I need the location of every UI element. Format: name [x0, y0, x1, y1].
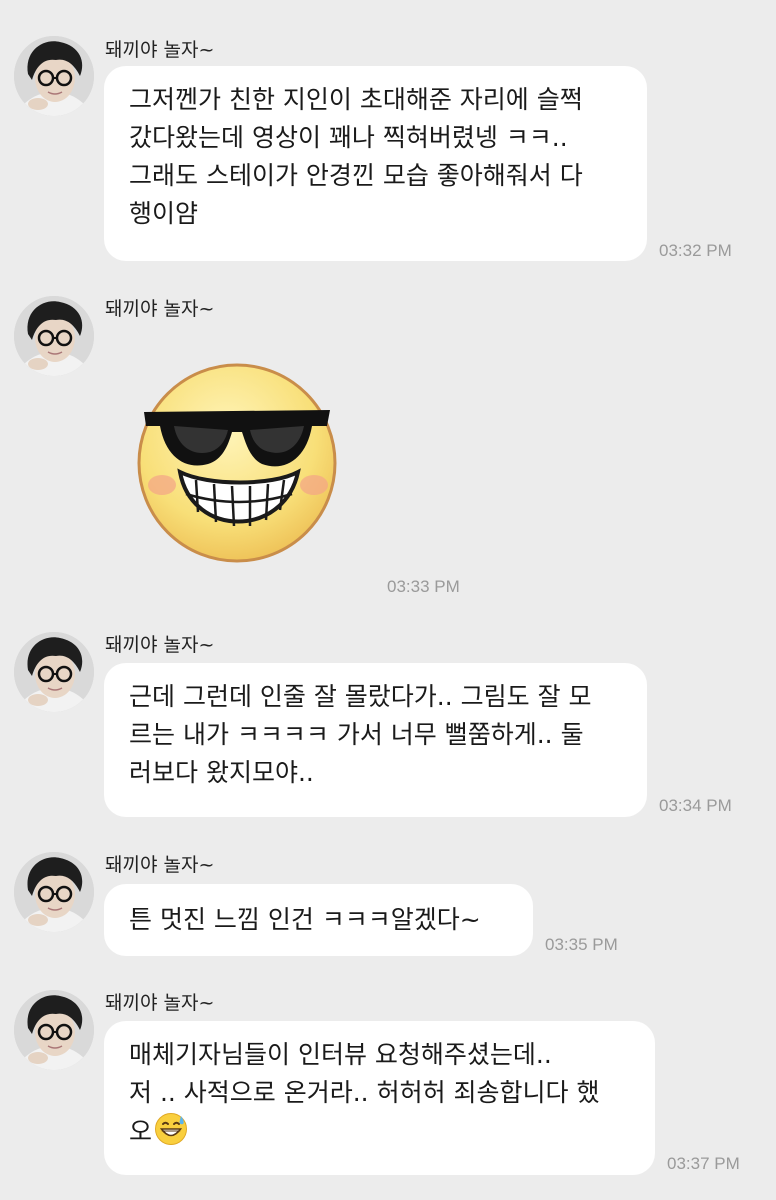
message-bubble[interactable]: 매체기자님들이 인터뷰 요청해주셨는데.. 저 .. 사적으로 온거라.. 허허…: [104, 1021, 655, 1175]
avatar-image: [14, 296, 94, 376]
message-text: 오: [129, 1117, 153, 1146]
avatar-image: [14, 36, 94, 116]
avatar[interactable]: [14, 36, 94, 116]
message-text-line: 행이얌: [129, 199, 199, 228]
message-text-line: 러보다 왔지모야..: [129, 758, 314, 787]
sunglasses-smiley-sticker[interactable]: [134, 360, 340, 566]
message-bubble[interactable]: 그저껜가 친한 지인이 초대해준 자리에 슬쩍 갔다왔는데 영상이 꽤나 찍혀버…: [104, 66, 647, 261]
timestamp: 03:33 PM: [387, 577, 460, 596]
message-text-line: 저 .. 사적으로 온거라.. 허허허 죄송합니다 했: [129, 1078, 600, 1107]
sender-name: 돼끼야 놀자~: [105, 298, 215, 320]
avatar-image: [14, 852, 94, 932]
avatar[interactable]: [14, 852, 94, 932]
avatar-image: [14, 990, 94, 1070]
message-text-line: 그저껜가 친한 지인이 초대해준 자리에 슬쩍: [129, 85, 583, 114]
sunglasses-smiley-icon: [137, 363, 337, 563]
sender-name: 돼끼야 놀자~: [105, 634, 215, 656]
message-text-line: 르는 내가 ㅋㅋㅋㅋ 가서 너무 뻘쭘하게.. 둘: [129, 720, 584, 749]
sender-name: 돼끼야 놀자~: [105, 854, 215, 876]
message-text-line: 오: [129, 1112, 631, 1151]
avatar[interactable]: [14, 990, 94, 1070]
avatar-image: [14, 632, 94, 712]
avatar[interactable]: [14, 296, 94, 376]
message-bubble[interactable]: 튼 멋진 느낌 인건 ㅋㅋㅋ알겠다~: [104, 884, 533, 956]
avatar[interactable]: [14, 632, 94, 712]
timestamp: 03:37 PM: [667, 1154, 740, 1173]
message-text-line: 튼 멋진 느낌 인건 ㅋㅋㅋ알겠다~: [129, 905, 481, 934]
timestamp: 03:34 PM: [659, 796, 732, 815]
grinning-sweat-icon: [155, 1113, 188, 1145]
timestamp: 03:35 PM: [545, 935, 618, 954]
message-text-line: 그래도 스테이가 안경낀 모습 좋아해줘서 다: [129, 161, 583, 190]
message-text-line: 근데 그런데 인줄 잘 몰랐다가.. 그림도 잘 모: [129, 682, 592, 711]
timestamp: 03:32 PM: [659, 241, 732, 260]
sender-name: 돼끼야 놀자~: [105, 39, 215, 61]
sender-name: 돼끼야 놀자~: [105, 992, 215, 1014]
message-bubble[interactable]: 근데 그런데 인줄 잘 몰랐다가.. 그림도 잘 모 르는 내가 ㅋㅋㅋㅋ 가서…: [104, 663, 647, 817]
message-text-line: 갔다왔는데 영상이 꽤나 찍혀버렸넹 ㅋㅋ..: [129, 123, 568, 152]
message-text-line: 매체기자님들이 인터뷰 요청해주셨는데..: [129, 1040, 552, 1069]
